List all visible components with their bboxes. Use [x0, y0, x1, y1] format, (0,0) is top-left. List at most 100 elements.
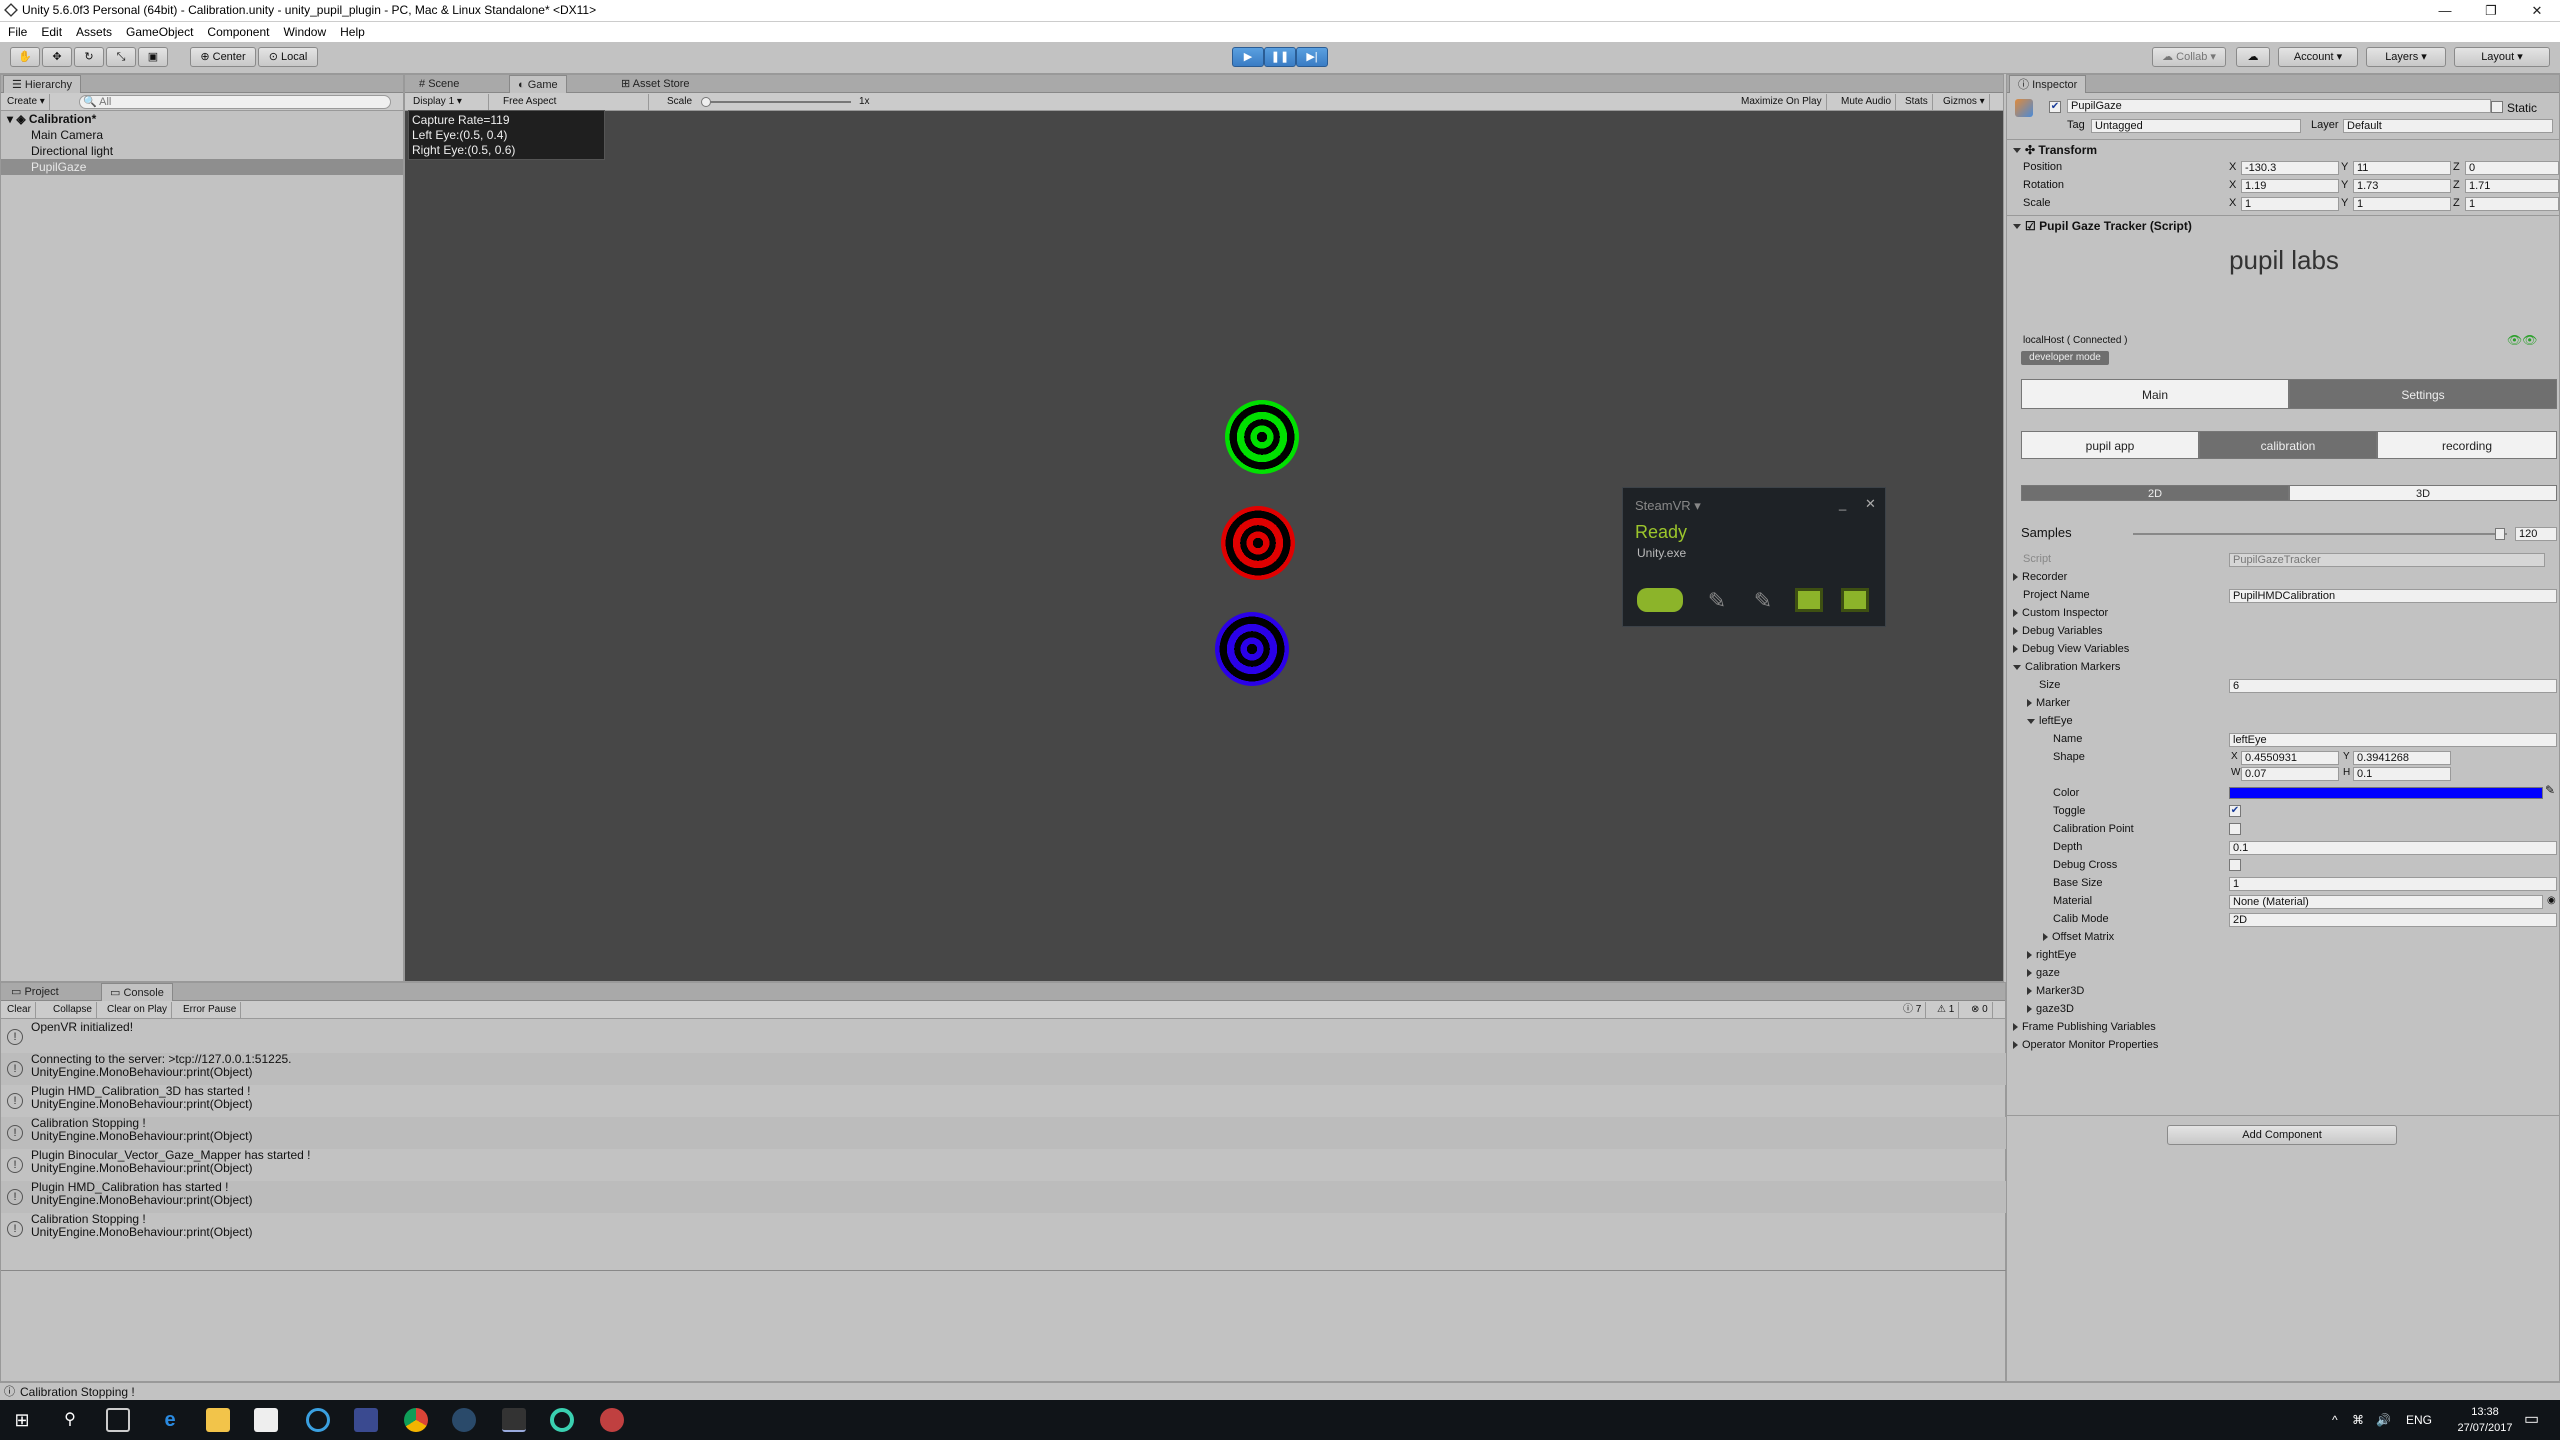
toggle-checkbox[interactable]: ✔: [2229, 805, 2241, 817]
menu-assets[interactable]: Assets: [76, 22, 112, 42]
mute-audio-toggle[interactable]: Mute Audio: [1837, 94, 1897, 110]
menu-window[interactable]: Window: [283, 22, 326, 42]
edge-icon[interactable]: e: [158, 1408, 182, 1432]
object-name-field[interactable]: PupilGaze: [2067, 99, 2491, 113]
depth-field[interactable]: 0.1: [2229, 841, 2557, 855]
steamvr-close-icon[interactable]: ✕: [1865, 496, 1876, 512]
hmd-icon[interactable]: [1637, 588, 1683, 612]
rotate-tool-icon[interactable]: ↻: [74, 47, 104, 67]
marker3d-foldout[interactable]: Marker3D: [2027, 985, 2084, 997]
menu-component[interactable]: Component: [207, 22, 269, 42]
position-z-field[interactable]: 0: [2465, 161, 2559, 175]
tab-inspector[interactable]: ⓘ Inspector: [2009, 75, 2087, 93]
developer-mode-badge[interactable]: developer mode: [2021, 351, 2109, 365]
console-entry[interactable]: ! Plugin HMD_Calibration_3D has started !…: [1, 1085, 2007, 1117]
eyedropper-icon[interactable]: ✎: [2545, 783, 2555, 797]
console-clear-button[interactable]: Clear: [3, 1002, 36, 1018]
menu-file[interactable]: File: [8, 22, 27, 42]
console-entry[interactable]: ! Calibration Stopping ! UnityEngine.MonoB…: [1, 1117, 2007, 1149]
custom-inspector-foldout[interactable]: Custom Inspector: [2013, 607, 2108, 619]
status-text[interactable]: Calibration Stopping !: [20, 1385, 135, 1399]
pause-button[interactable]: ❚❚: [1264, 47, 1296, 67]
scale-z-field[interactable]: 1: [2465, 197, 2559, 211]
rotation-x-field[interactable]: 1.19: [2241, 179, 2339, 193]
clock[interactable]: 13:38 27/07/2017: [2440, 1404, 2530, 1436]
operator-monitor-foldout[interactable]: Operator Monitor Properties: [2013, 1039, 2158, 1051]
tab-console[interactable]: ▭ Console: [101, 983, 173, 1001]
project-name-field[interactable]: PupilHMDCalibration: [2229, 589, 2557, 603]
scale-tool-icon[interactable]: ⤡: [106, 47, 136, 67]
console-entry[interactable]: ! OpenVR initialized!: [1, 1021, 2007, 1053]
tab-project[interactable]: ▭ Project: [3, 983, 67, 1001]
controller-1-icon[interactable]: ✎: [1703, 588, 1731, 613]
minimize-window-icon[interactable]: —: [2422, 0, 2468, 22]
step-button[interactable]: ▶|: [1296, 47, 1328, 67]
controller-2-icon[interactable]: ✎: [1749, 588, 1777, 613]
console-collapse-button[interactable]: Collapse: [49, 1002, 97, 1018]
frame-publishing-foldout[interactable]: Frame Publishing Variables: [2013, 1021, 2156, 1033]
restore-window-icon[interactable]: ❐: [2468, 0, 2514, 22]
recorder-foldout[interactable]: Recorder: [2013, 571, 2067, 583]
file-explorer-icon[interactable]: [206, 1408, 230, 1432]
active-checkbox[interactable]: ✔: [2049, 101, 2061, 113]
console-entry[interactable]: ! Plugin Binocular_Vector_Gaze_Mapper has…: [1, 1149, 2007, 1181]
steamvr-window[interactable]: SteamVR ▾ _ ✕ Ready Unity.exe ✎ ✎: [1622, 487, 1886, 627]
size-field[interactable]: 6: [2229, 679, 2557, 693]
log-count-toggle[interactable]: ⓘ 7: [1899, 1002, 1927, 1018]
tag-dropdown[interactable]: Untagged: [2091, 119, 2301, 133]
layer-dropdown[interactable]: Default: [2343, 119, 2553, 133]
menu-help[interactable]: Help: [340, 22, 365, 42]
console-error-pause-button[interactable]: Error Pause: [179, 1002, 242, 1018]
shape-w-field[interactable]: 0.07: [2241, 767, 2339, 781]
menu-edit[interactable]: Edit: [41, 22, 62, 42]
aspect-dropdown[interactable]: Free Aspect: [499, 94, 649, 110]
error-count-toggle[interactable]: ⊗ 0: [1967, 1002, 1993, 1018]
tab-scene[interactable]: # Scene: [411, 75, 467, 93]
steam-icon[interactable]: [452, 1408, 476, 1432]
calib-mode-dropdown[interactable]: 2D: [2229, 913, 2557, 927]
gizmos-dropdown[interactable]: Gizmos ▾: [1939, 94, 1990, 110]
transform-header[interactable]: ✣ Transform: [2013, 143, 2097, 157]
righteye-foldout[interactable]: rightEye: [2027, 949, 2076, 961]
static-checkbox[interactable]: [2491, 101, 2503, 113]
shape-h-field[interactable]: 0.1: [2353, 767, 2451, 781]
layout-dropdown[interactable]: Layout ▾: [2454, 47, 2550, 67]
menu-gameobject[interactable]: GameObject: [126, 22, 193, 42]
app-icon-3[interactable]: [600, 1408, 624, 1432]
add-component-button[interactable]: Add Component: [2167, 1125, 2397, 1145]
steamvr-minimize-icon[interactable]: _: [1839, 496, 1846, 511]
calibration-markers-foldout[interactable]: Calibration Markers: [2013, 661, 2120, 673]
mode-pupil-app-button[interactable]: pupil app: [2021, 431, 2199, 459]
hierarchy-item-directional-light[interactable]: Directional light: [1, 143, 403, 159]
notification-icon[interactable]: ▭: [2524, 1400, 2539, 1440]
debug-cross-checkbox[interactable]: [2229, 859, 2241, 871]
gaze3d-foldout[interactable]: gaze3D: [2027, 1003, 2074, 1015]
mode-recording-button[interactable]: recording: [2377, 431, 2557, 459]
marker-name-field[interactable]: leftEye: [2229, 733, 2557, 747]
calibration-point-checkbox[interactable]: [2229, 823, 2241, 835]
debug-variables-foldout[interactable]: Debug Variables: [2013, 625, 2103, 637]
script-component-header[interactable]: ☑ Pupil Gaze Tracker (Script): [2013, 219, 2192, 233]
unity-taskbar-icon[interactable]: [502, 1408, 526, 1432]
hierarchy-item-pupilgaze[interactable]: PupilGaze: [1, 159, 403, 175]
scale-x-field[interactable]: 1: [2241, 197, 2339, 211]
layers-dropdown[interactable]: Layers ▾: [2366, 47, 2446, 67]
base-size-field[interactable]: 1: [2229, 877, 2557, 891]
play-button[interactable]: ▶: [1232, 47, 1264, 67]
maximize-on-play-toggle[interactable]: Maximize On Play: [1737, 94, 1827, 110]
base-station-2-icon[interactable]: [1841, 588, 1869, 612]
task-view-icon[interactable]: [106, 1408, 130, 1432]
hand-tool-icon[interactable]: ✋: [10, 47, 40, 67]
pupil-capture-icon[interactable]: [550, 1408, 574, 1432]
rotation-z-field[interactable]: 1.71: [2465, 179, 2559, 193]
debug-view-variables-foldout[interactable]: Debug View Variables: [2013, 643, 2129, 655]
pivot-local-button[interactable]: ⊙ Local: [258, 47, 318, 67]
network-icon[interactable]: ⌘: [2352, 1400, 2364, 1440]
position-y-field[interactable]: 11: [2353, 161, 2451, 175]
app-icon-1[interactable]: [306, 1408, 330, 1432]
display-dropdown[interactable]: Display 1 ▾: [409, 94, 489, 110]
marker-foldout[interactable]: Marker: [2027, 697, 2070, 709]
position-x-field[interactable]: -130.3: [2241, 161, 2339, 175]
hierarchy-item-main-camera[interactable]: Main Camera: [1, 127, 403, 143]
stats-toggle[interactable]: Stats: [1901, 94, 1933, 110]
